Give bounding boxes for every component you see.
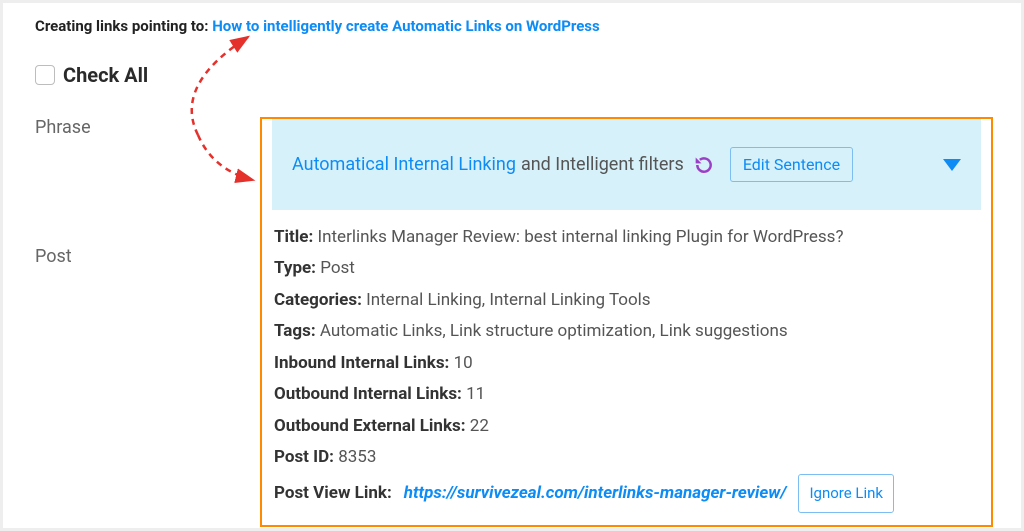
result-card: Automatical Internal Linking and Intelli… bbox=[260, 117, 993, 527]
header-prefix: Creating links pointing to: bbox=[35, 17, 208, 35]
post-categories-value: Internal Linking, Internal Linking Tools bbox=[366, 290, 650, 310]
check-all-label: Check All bbox=[63, 63, 148, 87]
post-type-value: Post bbox=[320, 258, 355, 278]
ignore-link-button[interactable]: Ignore Link bbox=[798, 474, 894, 514]
header-target-link[interactable]: How to intelligently create Automatic Li… bbox=[212, 17, 600, 35]
post-label: Post bbox=[35, 246, 260, 267]
post-type-label: Type: bbox=[274, 258, 316, 278]
post-outbound-external-value: 22 bbox=[470, 416, 489, 436]
post-tags-value: Automatic Links, Link structure optimiza… bbox=[320, 321, 788, 341]
post-viewlink-label: Post View Link: bbox=[274, 478, 392, 509]
phrase-label: Phrase bbox=[35, 117, 260, 138]
phrase-band: Automatical Internal Linking and Intelli… bbox=[272, 119, 981, 210]
post-viewlink-url[interactable]: https://survivezeal.com/interlinks-manag… bbox=[404, 478, 787, 509]
post-title-label: Title: bbox=[274, 227, 313, 247]
header-line: Creating links pointing to: How to intel… bbox=[35, 17, 993, 35]
edit-sentence-button[interactable]: Edit Sentence bbox=[730, 147, 853, 182]
post-tags-label: Tags: bbox=[274, 321, 316, 341]
post-inbound-value: 10 bbox=[454, 353, 473, 373]
check-all-checkbox[interactable] bbox=[35, 65, 55, 85]
check-all-row: Check All bbox=[35, 63, 993, 87]
post-categories-label: Categories: bbox=[274, 290, 362, 310]
post-outbound-external-label: Outbound External Links: bbox=[274, 416, 466, 436]
post-inbound-label: Inbound Internal Links: bbox=[274, 353, 449, 373]
post-info: Title: Interlinks Manager Review: best i… bbox=[272, 222, 981, 513]
phrase-rest-text: and Intelligent filters bbox=[521, 154, 684, 175]
post-outbound-internal-value: 11 bbox=[466, 384, 485, 404]
post-outbound-internal-label: Outbound Internal Links: bbox=[274, 384, 462, 404]
undo-icon[interactable] bbox=[694, 155, 714, 175]
main-panel: Creating links pointing to: How to intel… bbox=[3, 3, 1021, 528]
expand-caret-icon[interactable] bbox=[943, 159, 961, 171]
post-id-value: 8353 bbox=[338, 447, 376, 467]
post-title-value: Interlinks Manager Review: best internal… bbox=[317, 227, 843, 247]
post-id-label: Post ID: bbox=[274, 447, 334, 467]
phrase-link-text[interactable]: Automatical Internal Linking bbox=[292, 154, 516, 175]
